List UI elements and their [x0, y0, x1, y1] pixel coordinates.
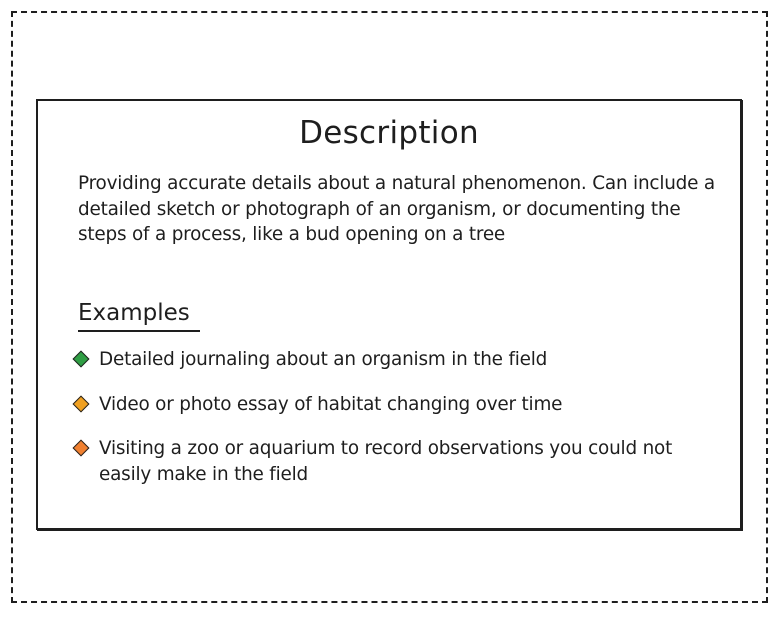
example-item: Detailed journaling about an organism in…: [72, 347, 722, 373]
examples-underline: [78, 330, 200, 332]
example-text: Video or photo essay of habitat changing…: [99, 394, 563, 415]
description-text: Providing accurate details about a natur…: [78, 173, 715, 245]
example-text: Visiting a zoo or aquarium to record obs…: [99, 438, 673, 485]
card-title: Description: [299, 115, 479, 151]
green-diamond-icon: [72, 350, 90, 368]
example-item: Video or photo essay of habitat changing…: [72, 392, 722, 418]
example-text: Detailed journaling about an organism in…: [99, 349, 548, 370]
example-item: Visiting a zoo or aquarium to record obs…: [72, 436, 722, 487]
yellow-diamond-icon: [72, 395, 90, 413]
orange-diamond-icon: [72, 439, 90, 457]
description-card: Description Providing accurate details a…: [36, 99, 742, 530]
examples-heading: Examples: [78, 300, 190, 326]
